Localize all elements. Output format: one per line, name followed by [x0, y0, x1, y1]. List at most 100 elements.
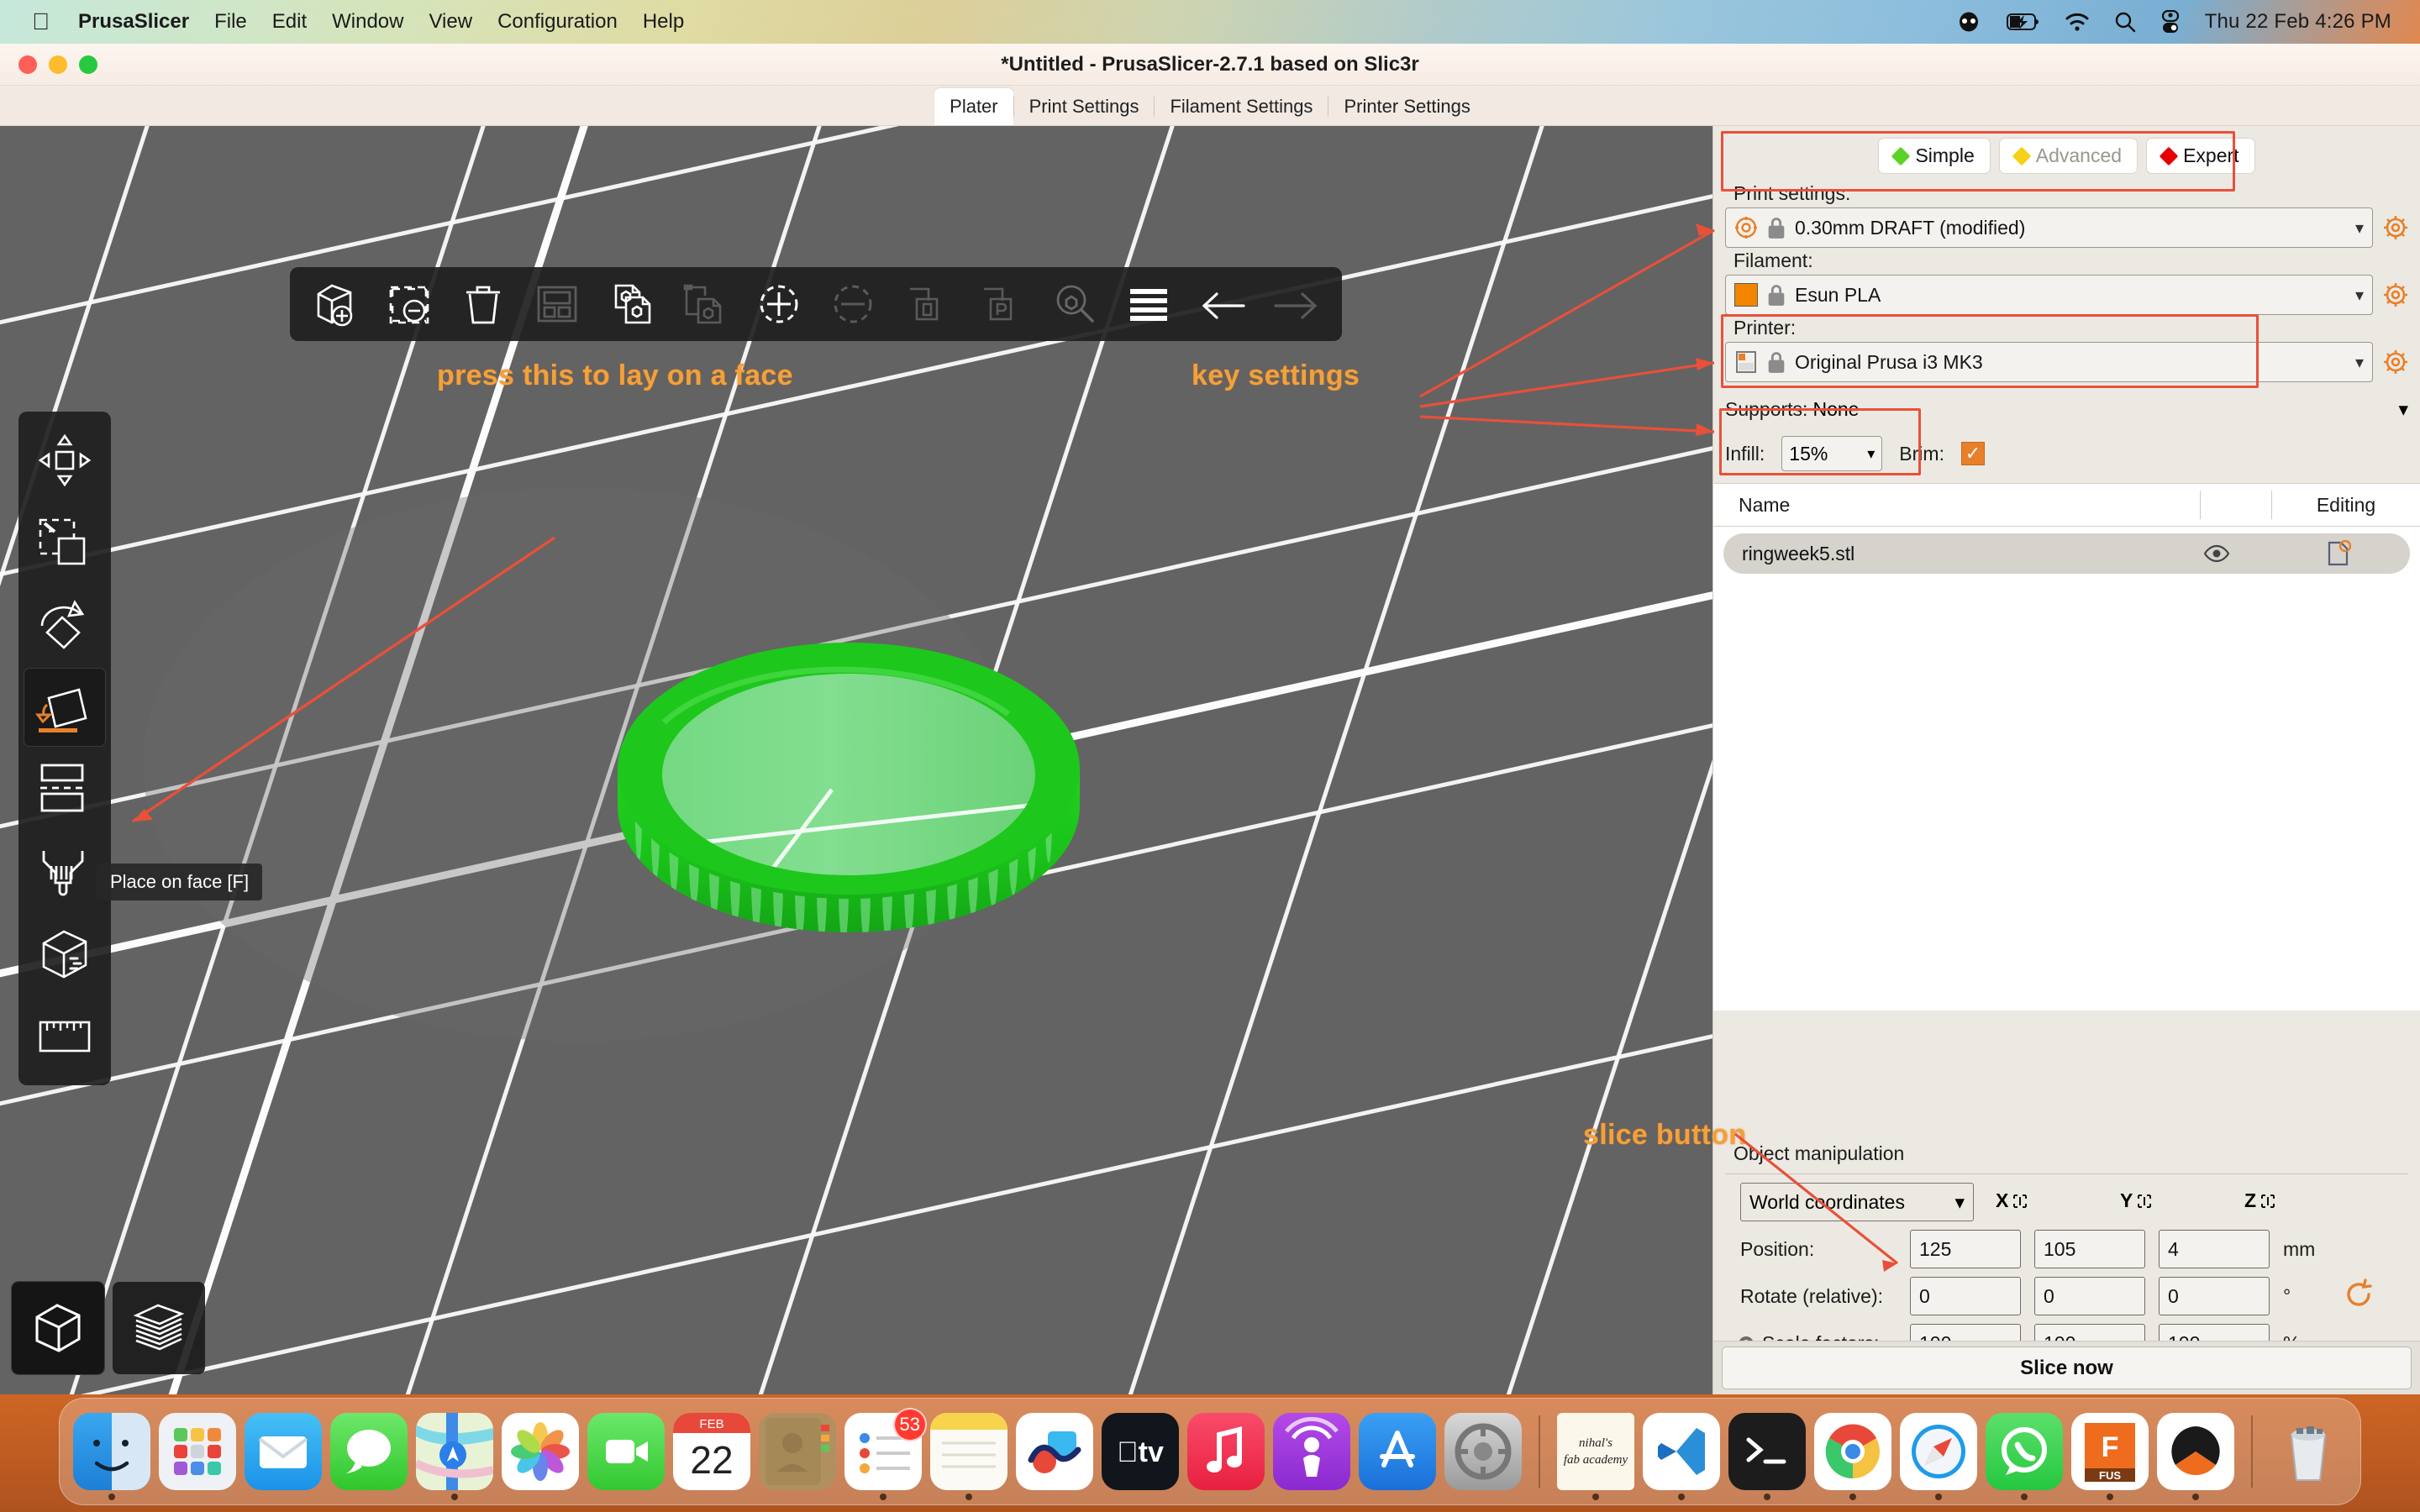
tab-plater[interactable]: Plater [934, 88, 1013, 125]
dock-item-reminders[interactable]: 53 [844, 1408, 927, 1500]
editor-view-icon[interactable] [11, 1281, 105, 1375]
undo-icon[interactable] [1189, 274, 1256, 334]
dock-item-launchpad[interactable] [159, 1413, 236, 1490]
menu-item-prusaslicer[interactable]: PrusaSlicer [78, 10, 189, 34]
dock-item-freeform[interactable] [1016, 1413, 1093, 1490]
scale-gizmo-icon[interactable] [24, 504, 105, 581]
dock-item-google-chrome[interactable] [1814, 1413, 1891, 1500]
dock-item-system-settings[interactable] [1444, 1413, 1522, 1490]
seam-painting-gizmo-icon[interactable] [24, 916, 105, 993]
eye-icon[interactable] [2166, 544, 2267, 563]
tab-print-settings[interactable]: Print Settings [1014, 88, 1155, 125]
chevron-down-icon[interactable]: ▾ [1867, 445, 1875, 463]
minimize-window-button[interactable] [49, 55, 67, 74]
control-center-icon[interactable] [2160, 10, 2181, 34]
chevron-down-icon[interactable]: ▾ [2398, 398, 2408, 421]
chevron-down-icon[interactable]: ▾ [1954, 1191, 1965, 1214]
dock-item-facetime[interactable] [587, 1413, 665, 1490]
dock-item-nihals-fab-academy[interactable]: nihal's fab academy [1557, 1413, 1634, 1500]
add-object-icon[interactable] [302, 274, 369, 334]
printer-combo[interactable]: Original Prusa i3 MK3 ▾ [1725, 342, 2373, 382]
menu-item-help[interactable]: Help [643, 10, 684, 34]
dock-item-mail[interactable] [245, 1413, 322, 1490]
position-z-input[interactable]: 4 [2159, 1230, 2270, 1268]
coordinate-system-select[interactable]: World coordinates ▾ [1740, 1183, 1974, 1221]
dock-item-terminal[interactable] [1728, 1413, 1806, 1500]
mode-simple-button[interactable]: Simple [1878, 138, 1991, 174]
ringweek5-model[interactable] [588, 596, 1109, 1000]
dock-item-maps[interactable] [416, 1413, 493, 1500]
add-instance-icon[interactable] [745, 274, 813, 334]
tab-printer-settings[interactable]: Printer Settings [1328, 88, 1485, 125]
slice-now-button[interactable]: Slice now [1722, 1347, 2412, 1389]
search-icon[interactable] [1041, 274, 1108, 334]
dock-item-contacts[interactable] [759, 1413, 836, 1490]
redo-icon[interactable] [1263, 274, 1330, 334]
object-list-body[interactable]: ringweek5.stl [1713, 533, 2420, 1011]
preview-view-icon[interactable] [113, 1282, 205, 1374]
dock-item-whatsapp[interactable] [1986, 1413, 2063, 1500]
chevron-down-icon[interactable]: ▾ [2355, 218, 2364, 239]
infinity-icon[interactable] [1954, 12, 1983, 32]
editing-layers-icon[interactable] [2267, 540, 2410, 567]
brim-checkbox[interactable]: ✓ [1960, 442, 1985, 465]
apple-logo-icon[interactable]:  [32, 10, 50, 34]
delete-all-icon[interactable] [450, 274, 517, 334]
rotate-x-input[interactable]: 0 [1910, 1277, 2021, 1315]
menu-item-file[interactable]: File [214, 10, 247, 34]
mode-advanced-button[interactable]: Advanced [1998, 138, 2139, 174]
zoom-window-button[interactable] [79, 55, 97, 74]
search-icon[interactable] [2114, 11, 2136, 33]
dock-item-fusion-360[interactable]: F FUS [2071, 1413, 2149, 1500]
menu-bar-clock[interactable]: Thu 22 Feb 4:26 PM [2205, 10, 2391, 34]
menu-item-edit[interactable]: Edit [272, 10, 307, 34]
3d-viewport[interactable]: Place on face [F] [0, 126, 1712, 1394]
tab-filament-settings[interactable]: Filament Settings [1155, 88, 1328, 125]
chevron-down-icon[interactable]: ▾ [2355, 285, 2364, 306]
delete-selected-icon[interactable] [376, 274, 443, 334]
dock-item-notes[interactable] [930, 1413, 1007, 1500]
dock-item-podcasts[interactable] [1273, 1413, 1350, 1490]
copy-icon[interactable] [597, 274, 665, 334]
cut-gizmo-icon[interactable] [24, 751, 105, 828]
menu-item-configuration[interactable]: Configuration [497, 10, 618, 34]
object-list-row[interactable]: ringweek5.stl [1723, 533, 2410, 574]
dock-item-finder[interactable] [73, 1413, 150, 1500]
printer-gear-icon[interactable] [2383, 349, 2408, 375]
dock-item-visual-studio-code[interactable] [1643, 1413, 1720, 1500]
supports-combo[interactable]: None ▾ [1812, 391, 2408, 428]
dock-item-calendar[interactable]: FEB 22 [673, 1413, 750, 1490]
chevron-down-icon[interactable]: ▾ [2355, 352, 2364, 373]
print-settings-combo[interactable]: 0.30mm DRAFT (modified) ▾ [1725, 207, 2373, 248]
measure-gizmo-icon[interactable] [24, 998, 105, 1075]
remove-instance-icon[interactable] [819, 274, 886, 334]
arrange-icon[interactable] [523, 274, 591, 334]
dock-item-prusaslicer[interactable] [2157, 1413, 2234, 1500]
close-window-button[interactable] [18, 55, 37, 74]
paint-on-support-gizmo-icon[interactable] [24, 833, 105, 911]
filament-combo[interactable]: Esun PLA ▾ [1725, 275, 2373, 315]
menu-item-view[interactable]: View [429, 10, 472, 34]
move-gizmo-icon[interactable] [24, 422, 105, 499]
dock-item-safari[interactable] [1900, 1413, 1977, 1500]
position-y-input[interactable]: 105 [2034, 1230, 2145, 1268]
mode-expert-button[interactable]: Expert [2146, 138, 2255, 174]
rotate-z-input[interactable]: 0 [2159, 1277, 2270, 1315]
dock-item-photos[interactable] [502, 1413, 579, 1490]
variable-layer-height-icon[interactable] [1115, 274, 1182, 334]
dock-item-apple-tv[interactable]: tv [1102, 1413, 1179, 1490]
infill-combo[interactable]: 15% ▾ [1781, 436, 1883, 471]
wifi-icon[interactable] [2064, 12, 2091, 32]
dock-item-trash[interactable] [2270, 1413, 2347, 1490]
dock-item-messages[interactable] [330, 1413, 408, 1490]
paste-icon[interactable] [671, 274, 739, 334]
rotate-y-input[interactable]: 0 [2034, 1277, 2145, 1315]
print-settings-gear-icon[interactable] [2383, 215, 2408, 240]
split-to-parts-icon[interactable] [967, 274, 1034, 334]
place-on-face-gizmo-icon[interactable] [24, 668, 106, 747]
reset-rotation-icon[interactable] [2342, 1278, 2382, 1315]
menu-item-window[interactable]: Window [332, 10, 403, 34]
position-x-input[interactable]: 125 [1910, 1230, 2021, 1268]
rotate-gizmo-icon[interactable] [24, 586, 105, 664]
filament-gear-icon[interactable] [2383, 282, 2408, 307]
